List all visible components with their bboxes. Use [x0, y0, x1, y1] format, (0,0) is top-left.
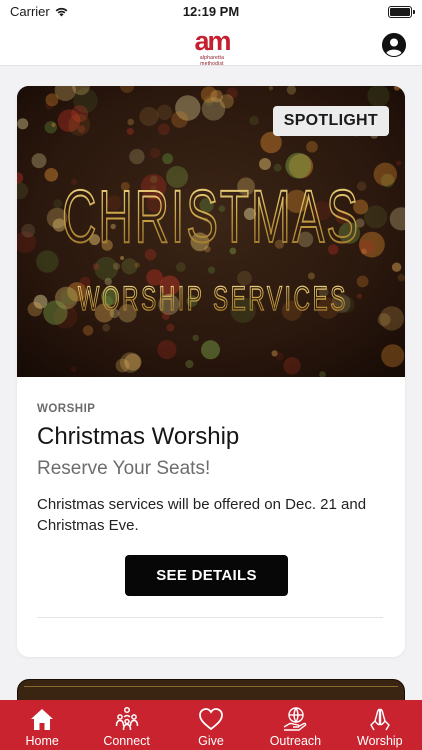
bottom-tab-bar: Home Connect Give Outreach Worship — [0, 700, 422, 750]
card-subtitle: Reserve Your Seats! — [37, 458, 211, 479]
tab-home[interactable]: Home — [0, 700, 84, 750]
tab-outreach[interactable]: Outreach — [253, 700, 337, 750]
feed-content[interactable]: CHRISTMAS WORSHIP SERVICES SPOTLIGHT WOR… — [0, 67, 422, 700]
tab-give-label: Give — [198, 734, 224, 748]
praying-hands-icon — [369, 708, 390, 731]
card-body: WORSHIP Christmas Worship Reserve Your S… — [37, 377, 385, 596]
tab-home-label: Home — [25, 734, 59, 748]
christmas-worship-banner: CHRISTMAS WORSHIP SERVICES SPOTLIGHT — [17, 86, 405, 377]
globe-hand-icon — [284, 707, 307, 731]
see-details-button[interactable]: SEE DETAILS — [125, 555, 288, 596]
spotlight-badge: SPOTLIGHT — [272, 106, 389, 136]
banner-subtitle: WORSHIP SERVICES — [78, 280, 348, 318]
tab-connect[interactable]: Connect — [84, 700, 168, 750]
church-logo[interactable]: am alpharetta methodist — [189, 26, 235, 68]
home-icon — [31, 709, 54, 730]
spotlight-card[interactable]: CHRISTMAS WORSHIP SERVICES SPOTLIGHT WOR… — [17, 86, 405, 657]
tab-connect-label: Connect — [103, 734, 150, 748]
tab-outreach-label: Outreach — [269, 734, 322, 748]
battery-icon — [388, 6, 415, 18]
card-divider — [37, 617, 383, 618]
card-category: WORSHIP — [37, 403, 96, 415]
status-time: 12:19 PM — [182, 4, 240, 19]
heart-icon — [199, 708, 223, 731]
tab-worship[interactable]: Worship — [338, 700, 422, 750]
tab-give[interactable]: Give — [169, 700, 253, 750]
user-icon — [382, 33, 406, 57]
status-bar: Carrier 12:19 PM — [0, 0, 422, 24]
logo-text: alpharetta methodist — [199, 55, 225, 67]
connect-icon — [115, 706, 138, 731]
logo-mark: am — [194, 26, 231, 56]
next-feed-card[interactable] — [17, 679, 405, 700]
profile-button[interactable] — [382, 33, 406, 57]
banner-title: CHRISTMAS — [62, 175, 360, 258]
tab-worship-label: Worship — [357, 734, 403, 748]
card-description: Christmas services will be offered on De… — [37, 496, 367, 534]
card-title: Christmas Worship — [37, 423, 240, 450]
app-header: am alpharetta methodist — [0, 24, 422, 68]
